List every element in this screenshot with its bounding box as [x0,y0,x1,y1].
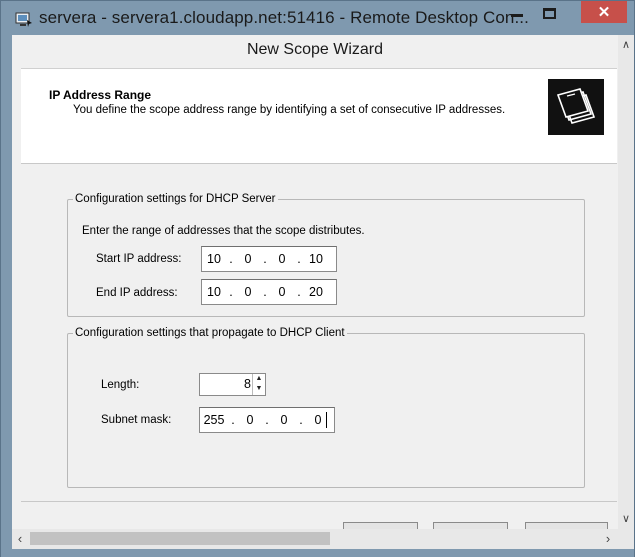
spin-down-icon[interactable]: ▼ [253,384,265,394]
minimize-button[interactable] [504,1,530,25]
mask-octet-3[interactable]: 0 [272,413,296,427]
mask-octet-1[interactable]: 255 [200,413,228,427]
minimize-icon [511,13,523,17]
scroll-down-icon[interactable]: ∨ [618,511,634,527]
scroll-right-icon[interactable]: › [600,529,616,549]
dhcp-client-settings-legend: Configuration settings that propagate to… [75,327,345,339]
length-value[interactable]: 8 [244,377,251,391]
spinner-arrows[interactable]: ▲ ▼ [252,374,265,395]
start-ip-octet-4[interactable]: 10 [304,252,328,266]
wizard-title: New Scope Wizard [246,41,384,58]
mask-octet-2[interactable]: 0 [238,413,262,427]
window-bottom-border [1,549,634,557]
end-ip-octet-1[interactable]: 10 [202,285,226,299]
range-instruction: Enter the range of addresses that the sc… [82,225,365,237]
length-spinner[interactable]: 8 ▲ ▼ [199,373,266,396]
folders-icon [548,79,604,135]
footer-divider [21,501,617,502]
window-title: servera - servera1.cloudapp.net:51416 - … [39,8,529,27]
start-ip-label: Start IP address: [96,253,182,265]
wizard-header: IP Address Range You define the scope ad… [21,69,617,164]
end-ip-field[interactable]: 10. 0. 0. 20 [201,279,337,305]
end-ip-label: End IP address: [96,287,178,299]
start-ip-octet-2[interactable]: 0 [236,252,260,266]
start-ip-field[interactable]: 10. 0. 0. 10 [201,246,337,272]
spin-up-icon[interactable]: ▲ [253,374,265,384]
dhcp-server-settings-legend: Configuration settings for DHCP Server [75,193,276,205]
end-ip-octet-2[interactable]: 0 [236,285,260,299]
scroll-left-icon[interactable]: ‹ [12,529,28,549]
page-title: IP Address Range [49,88,152,102]
page-subtitle: You define the scope address range by id… [73,104,506,116]
end-ip-octet-3[interactable]: 0 [270,285,294,299]
vertical-scrollbar[interactable]: ∧ ∨ [618,35,634,529]
end-ip-octet-4[interactable]: 20 [304,285,328,299]
rdp-titlebar[interactable]: servera - servera1.cloudapp.net:51416 - … [1,1,634,35]
start-ip-octet-1[interactable]: 10 [202,252,226,266]
horizontal-scroll-thumb[interactable] [30,532,330,545]
subnet-mask-field[interactable]: 255. 0. 0. 0 [199,407,335,433]
maximize-icon [542,7,556,19]
close-icon: ✕ [597,4,611,21]
subnet-mask-label: Subnet mask: [101,414,172,426]
scroll-up-icon[interactable]: ∧ [618,37,634,53]
remote-desktop-window: servera - servera1.cloudapp.net:51416 - … [0,0,635,557]
remote-desktop-icon [15,12,32,27]
length-label: Length: [101,379,140,391]
maximize-button[interactable] [532,1,566,25]
text-cursor [326,412,327,428]
wizard-dialog: IP Address Range You define the scope ad… [21,68,617,546]
remote-session-area: New Scope Wizard IP Address Range You de… [12,35,618,546]
start-ip-octet-3[interactable]: 0 [270,252,294,266]
close-button[interactable]: ✕ [581,1,627,23]
horizontal-scrollbar[interactable]: ‹ › [12,529,634,549]
